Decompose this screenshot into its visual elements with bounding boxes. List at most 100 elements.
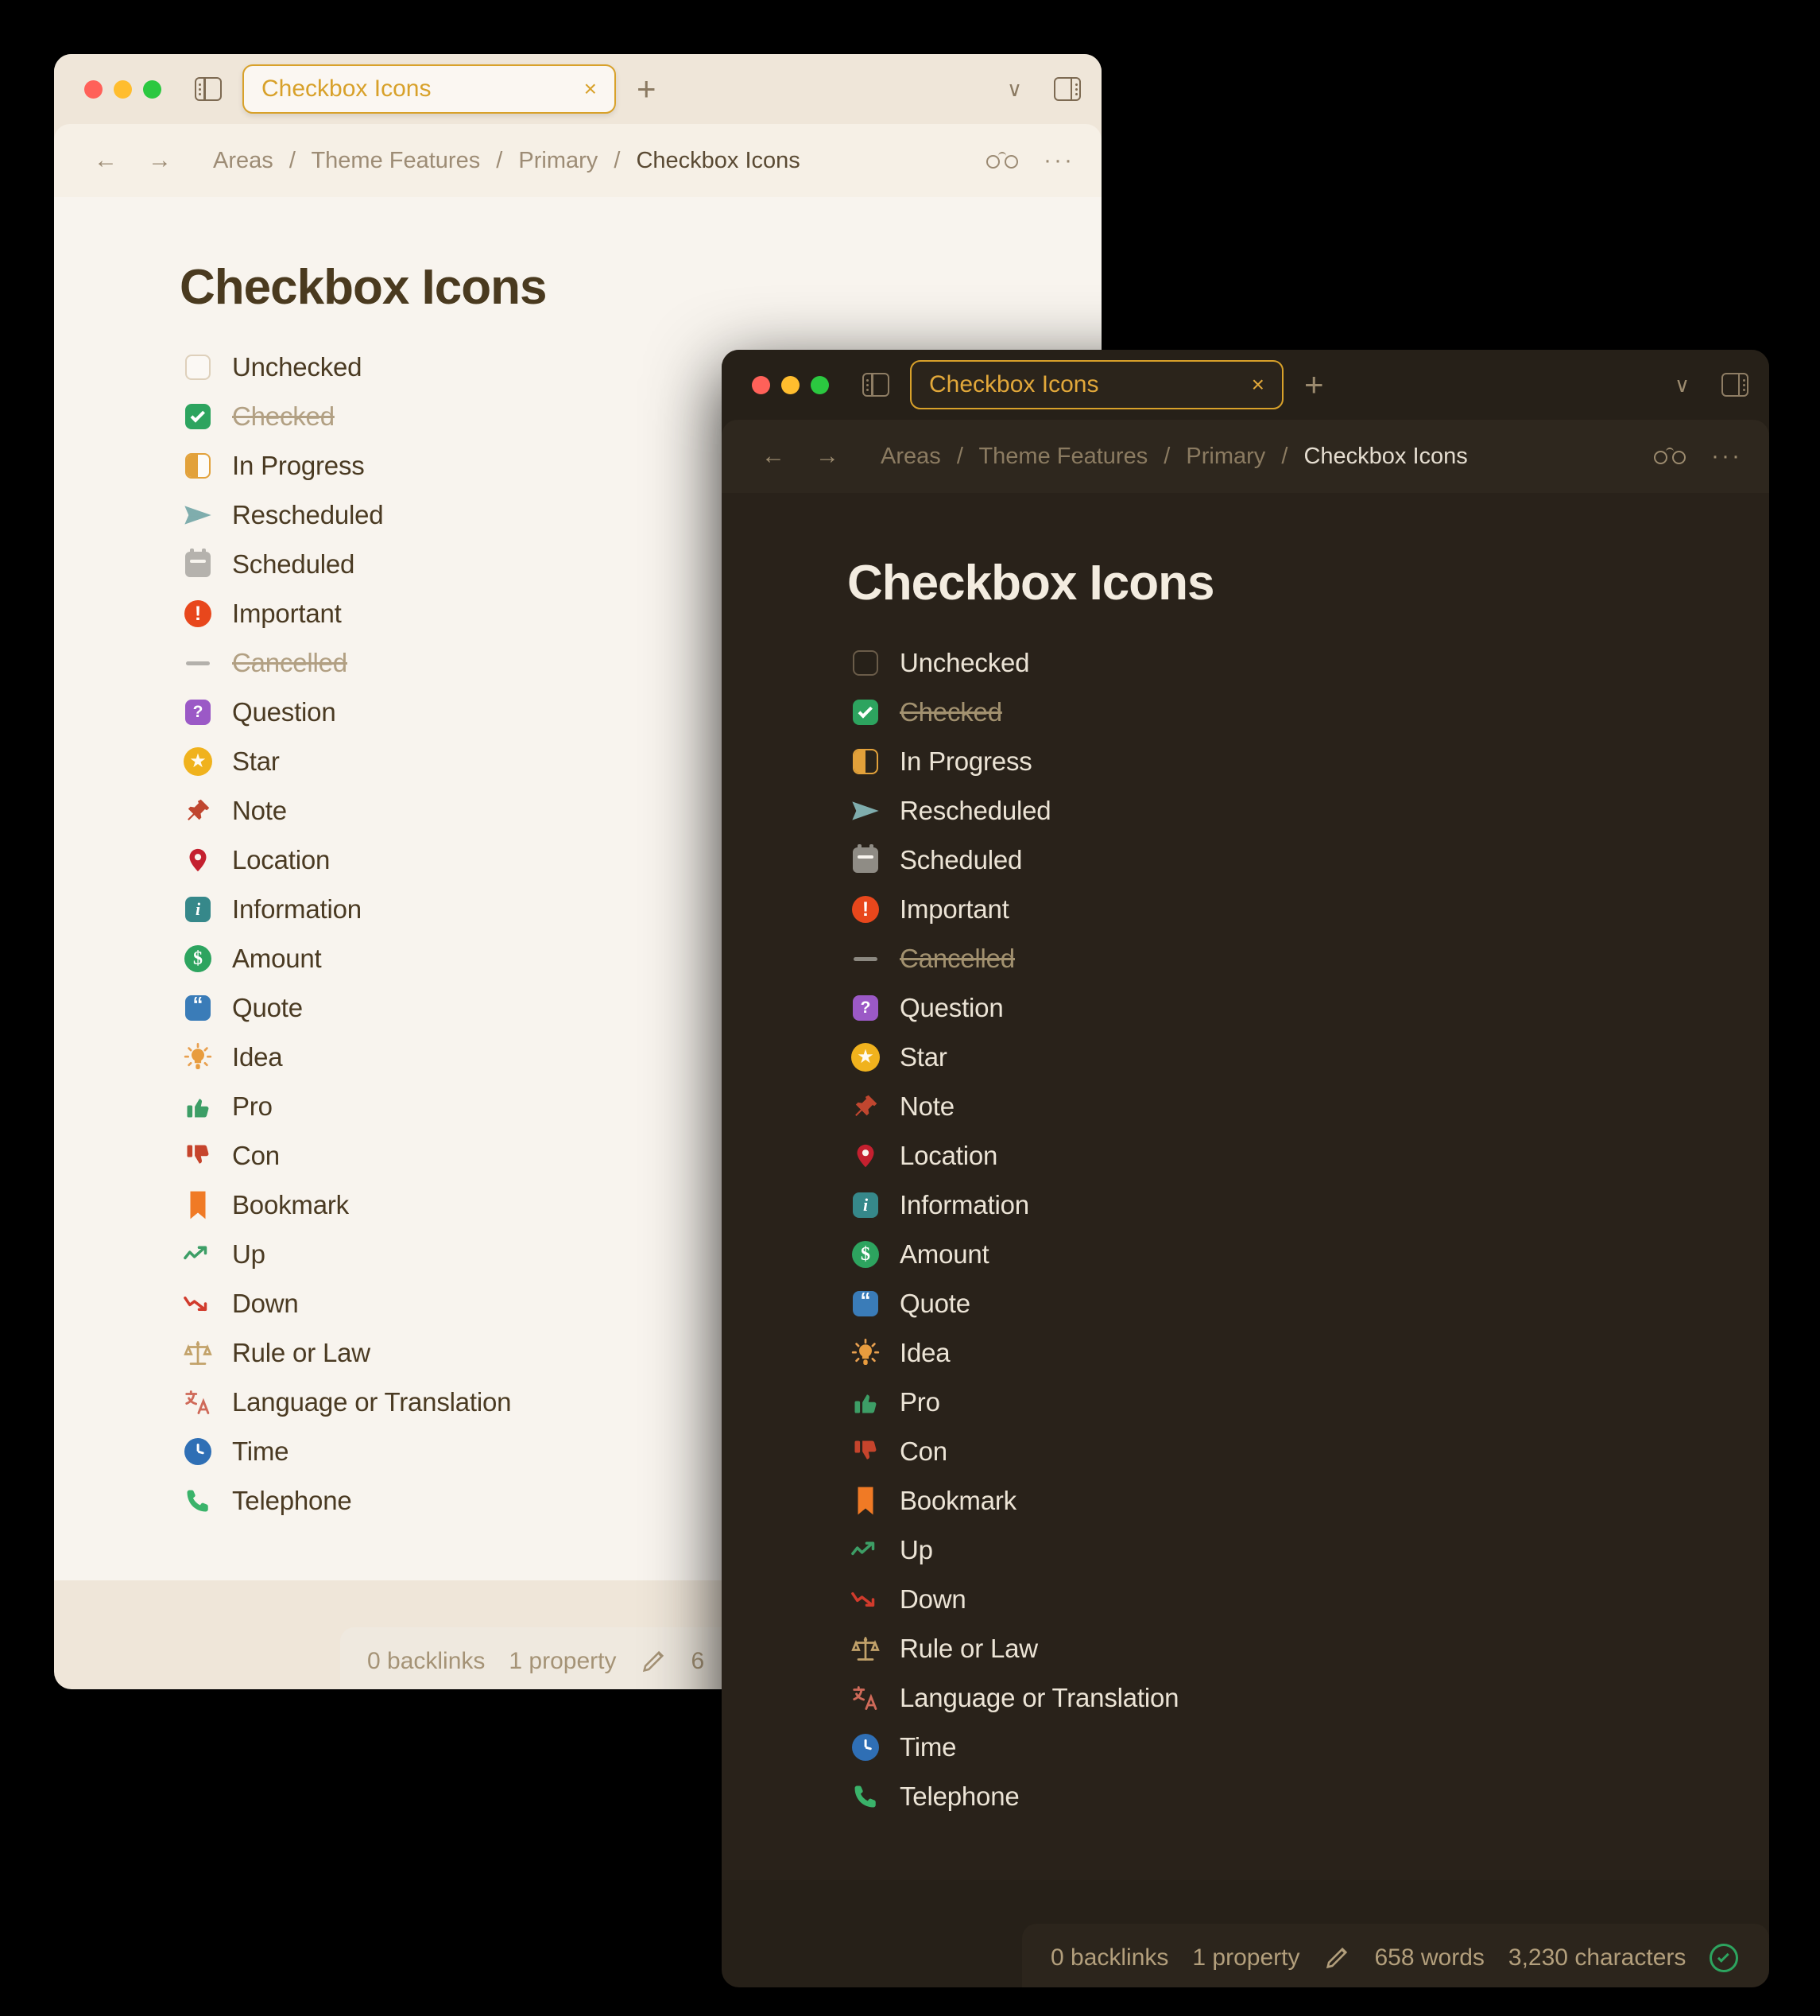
- lightbulb-idea-icon[interactable]: [180, 1039, 216, 1076]
- new-tab-button[interactable]: +: [1304, 368, 1324, 401]
- chevron-down-icon[interactable]: ∨: [1675, 374, 1690, 395]
- breadcrumb-item-areas[interactable]: Areas: [213, 148, 273, 173]
- thumbs-down-icon[interactable]: [847, 1433, 884, 1470]
- cancelled-dash-icon[interactable]: [180, 645, 216, 681]
- checkbox-list-item[interactable]: Con: [847, 1427, 1769, 1476]
- clock-icon[interactable]: [847, 1729, 884, 1766]
- sync-status-icon[interactable]: [1710, 1944, 1739, 1972]
- checkbox-list-item[interactable]: Telephone: [847, 1772, 1769, 1821]
- dollar-amount-icon[interactable]: $: [847, 1236, 884, 1273]
- breadcrumb-item-current[interactable]: Checkbox Icons: [636, 148, 800, 173]
- important-exclamation-icon[interactable]: !: [847, 891, 884, 928]
- minimize-window-button[interactable]: [781, 375, 800, 394]
- rescheduled-arrow-icon[interactable]: [180, 497, 216, 533]
- checkbox-list-item[interactable]: ! Important: [847, 885, 1769, 934]
- maximize-window-button[interactable]: [811, 375, 829, 394]
- bookmark-icon[interactable]: [180, 1187, 216, 1223]
- minimize-window-button[interactable]: [114, 79, 132, 99]
- lightbulb-idea-icon[interactable]: [847, 1335, 884, 1371]
- right-sidebar-toggle-icon[interactable]: [1721, 373, 1748, 397]
- reading-glasses-icon[interactable]: [1654, 446, 1686, 467]
- forward-arrow-icon[interactable]: →: [148, 147, 172, 174]
- unchecked-checkbox-icon[interactable]: [847, 645, 884, 681]
- breadcrumb-item-theme-features[interactable]: Theme Features: [311, 148, 480, 173]
- question-mark-icon[interactable]: ?: [180, 694, 216, 731]
- pushpin-icon[interactable]: [847, 1088, 884, 1125]
- calendar-icon[interactable]: [847, 842, 884, 878]
- translate-icon[interactable]: [847, 1680, 884, 1716]
- scales-icon[interactable]: [847, 1630, 884, 1667]
- breadcrumb-item-primary[interactable]: Primary: [518, 148, 598, 173]
- pushpin-icon[interactable]: [180, 793, 216, 829]
- thumbs-up-icon[interactable]: [180, 1088, 216, 1125]
- checkbox-list-item[interactable]: i Information: [847, 1181, 1769, 1230]
- back-arrow-icon[interactable]: ←: [94, 147, 118, 174]
- information-icon[interactable]: i: [180, 891, 216, 928]
- checkbox-list-item[interactable]: Unchecked: [847, 638, 1769, 688]
- important-exclamation-icon[interactable]: !: [180, 595, 216, 632]
- reading-glasses-icon[interactable]: [986, 150, 1019, 171]
- thumbs-down-icon[interactable]: [180, 1138, 216, 1174]
- checkbox-list-item[interactable]: Rule or Law: [847, 1624, 1769, 1673]
- checkbox-list-item[interactable]: Checked: [847, 688, 1769, 737]
- properties-count[interactable]: 1 property: [1192, 1944, 1299, 1971]
- sidebar-toggle-icon[interactable]: [195, 77, 222, 101]
- translate-icon[interactable]: [180, 1384, 216, 1421]
- checkbox-list-item[interactable]: ? Question: [847, 983, 1769, 1033]
- trend-up-icon[interactable]: [847, 1532, 884, 1568]
- trend-down-icon[interactable]: [180, 1285, 216, 1322]
- in-progress-icon[interactable]: [847, 743, 884, 780]
- close-tab-icon[interactable]: ×: [573, 78, 597, 100]
- close-window-button[interactable]: [752, 375, 770, 394]
- checkbox-list-item[interactable]: ★ Star: [847, 1033, 1769, 1082]
- quote-icon[interactable]: “: [847, 1285, 884, 1322]
- question-mark-icon[interactable]: ?: [847, 990, 884, 1026]
- checkbox-list-item[interactable]: Down: [847, 1575, 1769, 1624]
- new-tab-button[interactable]: +: [637, 72, 656, 106]
- unchecked-checkbox-icon[interactable]: [180, 349, 216, 386]
- more-options-icon[interactable]: ···: [1711, 444, 1742, 468]
- clock-icon[interactable]: [180, 1433, 216, 1470]
- tab-checkbox-icons[interactable]: Checkbox Icons ×: [910, 360, 1284, 409]
- back-arrow-icon[interactable]: ←: [761, 443, 785, 470]
- cancelled-dash-icon[interactable]: [847, 940, 884, 977]
- breadcrumb-item-current[interactable]: Checkbox Icons: [1303, 444, 1467, 469]
- scales-icon[interactable]: [180, 1335, 216, 1371]
- rescheduled-arrow-icon[interactable]: [847, 793, 884, 829]
- breadcrumb-item-theme-features[interactable]: Theme Features: [978, 444, 1148, 469]
- chevron-down-icon[interactable]: ∨: [1007, 79, 1022, 99]
- close-window-button[interactable]: [84, 79, 103, 99]
- checkbox-list-item[interactable]: Up: [847, 1526, 1769, 1575]
- dollar-amount-icon[interactable]: $: [180, 940, 216, 977]
- sidebar-toggle-icon[interactable]: [862, 373, 889, 397]
- forward-arrow-icon[interactable]: →: [815, 443, 839, 470]
- checkbox-list-item[interactable]: Pro: [847, 1378, 1769, 1427]
- checkbox-list-item[interactable]: Cancelled: [847, 934, 1769, 983]
- tab-checkbox-icons[interactable]: Checkbox Icons ×: [242, 64, 616, 114]
- checkbox-list-item[interactable]: $ Amount: [847, 1230, 1769, 1279]
- thumbs-up-icon[interactable]: [847, 1384, 884, 1421]
- calendar-icon[interactable]: [180, 546, 216, 583]
- edit-pencil-icon[interactable]: [640, 1648, 667, 1675]
- star-icon[interactable]: ★: [847, 1039, 884, 1076]
- location-pin-icon[interactable]: [847, 1138, 884, 1174]
- maximize-window-button[interactable]: [143, 79, 161, 99]
- quote-icon[interactable]: “: [180, 990, 216, 1026]
- backlinks-count[interactable]: 0 backlinks: [1051, 1944, 1168, 1971]
- checkbox-list-item[interactable]: Language or Translation: [847, 1673, 1769, 1723]
- checkbox-list-item[interactable]: In Progress: [847, 737, 1769, 786]
- telephone-icon[interactable]: [847, 1778, 884, 1815]
- breadcrumb-item-primary[interactable]: Primary: [1186, 444, 1265, 469]
- telephone-icon[interactable]: [180, 1483, 216, 1519]
- bookmark-icon[interactable]: [847, 1483, 884, 1519]
- more-options-icon[interactable]: ···: [1044, 149, 1075, 173]
- checkbox-list-item[interactable]: Idea: [847, 1328, 1769, 1378]
- checkbox-list-item[interactable]: “ Quote: [847, 1279, 1769, 1328]
- trend-down-icon[interactable]: [847, 1581, 884, 1618]
- breadcrumb-item-areas[interactable]: Areas: [881, 444, 941, 469]
- backlinks-count[interactable]: 0 backlinks: [367, 1648, 485, 1675]
- in-progress-icon[interactable]: [180, 448, 216, 484]
- checked-checkbox-icon[interactable]: [180, 398, 216, 435]
- location-pin-icon[interactable]: [180, 842, 216, 878]
- checkbox-list-item[interactable]: Note: [847, 1082, 1769, 1131]
